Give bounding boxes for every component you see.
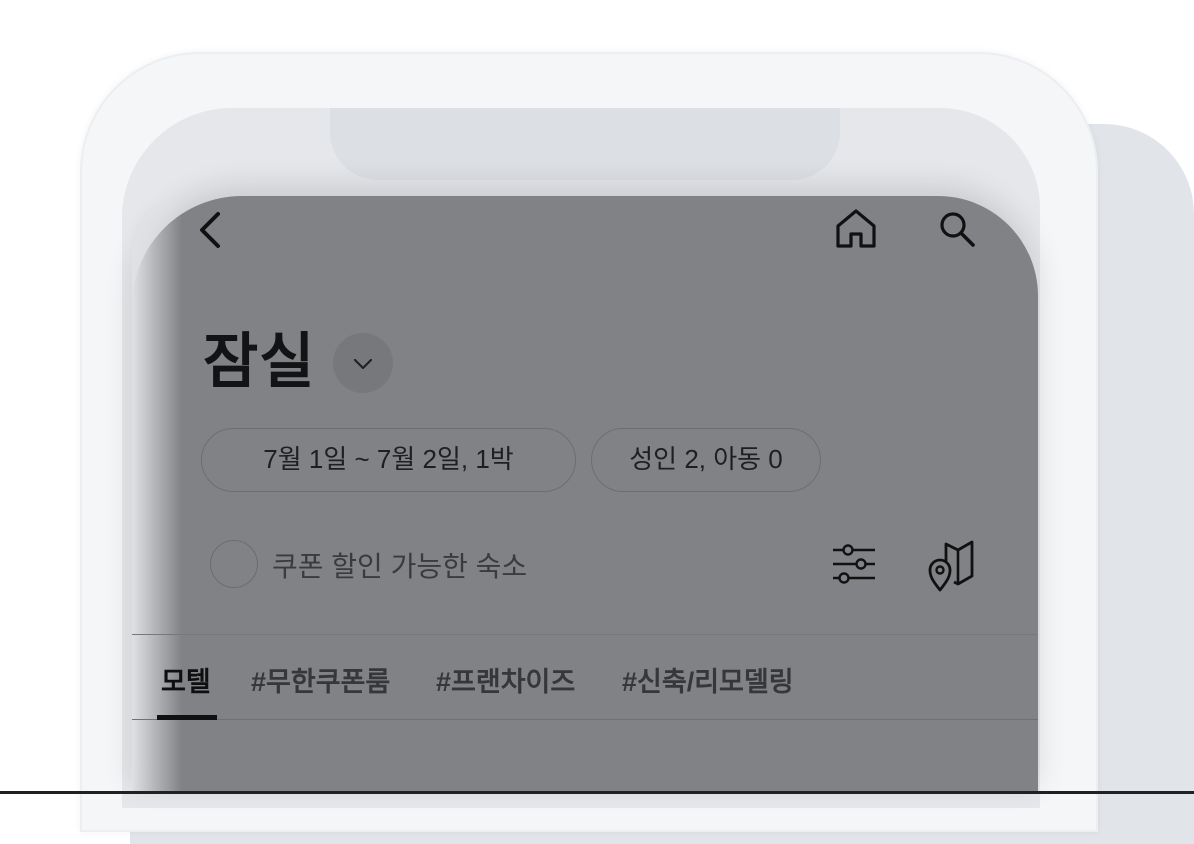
home-button[interactable] <box>834 206 878 254</box>
map-button[interactable] <box>926 538 976 598</box>
location-dropdown-button[interactable] <box>333 333 393 393</box>
chevron-left-icon <box>200 212 220 248</box>
tab-new-remodeled[interactable]: #신축/리모델링 <box>622 660 794 699</box>
coupon-checkbox[interactable] <box>210 540 258 588</box>
home-icon <box>836 209 876 248</box>
guest-count-label: 성인 2, 아동 0 <box>629 444 783 474</box>
map-pin-icon <box>928 540 974 592</box>
location-title: 잠실 <box>203 327 316 397</box>
search-button[interactable] <box>936 208 978 254</box>
filter-button[interactable] <box>831 542 877 590</box>
chevron-down-icon <box>353 358 373 370</box>
guest-count-pill[interactable]: 성인 2, 아동 0 <box>591 428 821 492</box>
date-range-pill[interactable]: 7월 1일 ~ 7월 2일, 1박 <box>201 428 576 492</box>
back-button[interactable] <box>194 210 226 254</box>
search-icon <box>940 212 975 247</box>
tab-franchise[interactable]: #프랜차이즈 <box>436 660 575 699</box>
phone-notch <box>330 108 840 180</box>
sliders-icon <box>833 544 875 584</box>
tab-unlimited-coupon-room[interactable]: #무한쿠폰룸 <box>251 660 390 699</box>
date-range-label: 7월 1일 ~ 7월 2일, 1박 <box>263 444 514 474</box>
active-tab-indicator <box>157 715 217 720</box>
tab-motel[interactable]: 모텔 <box>161 660 211 699</box>
coupon-label[interactable]: 쿠폰 할인 가능한 숙소 <box>272 545 527 585</box>
